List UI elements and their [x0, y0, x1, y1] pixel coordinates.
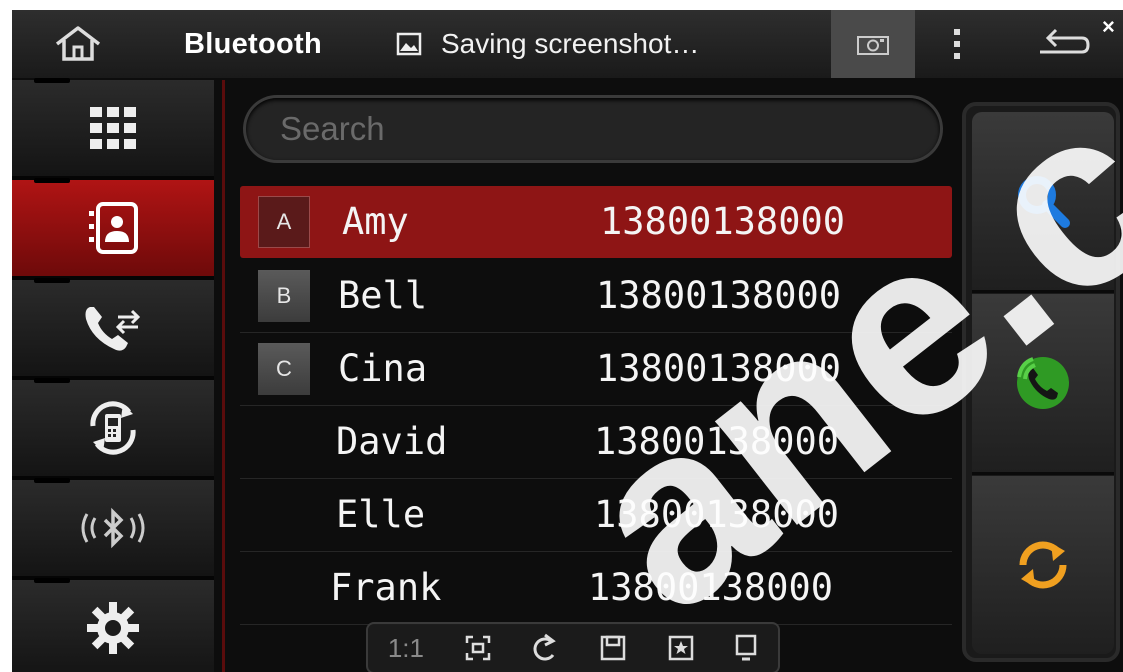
device-button[interactable]	[734, 633, 758, 663]
contact-name: Bell	[338, 274, 428, 317]
back-icon	[1040, 28, 1090, 54]
settings-gear-icon	[87, 602, 139, 654]
save-icon	[600, 635, 626, 661]
contact-number: 13800138000	[588, 566, 834, 609]
camera-icon	[857, 36, 889, 55]
sync-contacts-button[interactable]	[972, 476, 1114, 654]
sidebar-item-dialpad[interactable]	[12, 78, 214, 180]
crop-icon	[465, 635, 490, 661]
favorite-button[interactable]	[667, 634, 695, 662]
screenshot-toolbar: 1:1	[366, 622, 780, 672]
overflow-menu-button[interactable]	[942, 24, 972, 64]
contact-number: 13800138000	[600, 200, 846, 243]
contact-name: Cina	[338, 347, 428, 390]
phone-sync-icon	[90, 401, 136, 455]
overflow-menu-icon	[954, 29, 960, 59]
head-unit-screen: Bluetooth Saving screenshot… × Search A …	[12, 10, 1123, 672]
rotate-button[interactable]	[531, 633, 559, 663]
sync-icon	[1019, 541, 1067, 589]
contact-row-elle[interactable]: Elle 13800138000	[240, 479, 952, 552]
search-input[interactable]	[278, 109, 902, 149]
notification-text: Saving screenshot…	[441, 28, 700, 59]
contact-name: Frank	[330, 566, 442, 609]
contact-number: 13800138000	[594, 420, 840, 463]
device-icon	[735, 634, 757, 661]
status-bar: Bluetooth Saving screenshot… ×	[12, 10, 1123, 78]
contact-row-frank[interactable]: Frank 13800138000	[240, 552, 952, 625]
search-box[interactable]	[246, 98, 940, 160]
index-letter-badge: B	[258, 270, 310, 322]
search-contact-button[interactable]	[972, 112, 1114, 293]
dialpad-icon	[90, 107, 136, 149]
app-title: Bluetooth	[184, 27, 323, 60]
sidebar-divider	[222, 80, 225, 672]
sidebar-item-settings[interactable]	[12, 578, 214, 672]
sidebar-item-call-log[interactable]	[12, 278, 214, 380]
contact-row-cina[interactable]: C Cina 13800138000	[240, 333, 952, 406]
search-icon	[1018, 176, 1070, 228]
contact-name: Amy	[342, 200, 409, 243]
aspect-ratio-button[interactable]: 1:1	[388, 633, 424, 664]
contact-number: 13800138000	[594, 493, 840, 536]
contact-row-amy[interactable]: A Amy 13800138000	[240, 186, 952, 258]
action-panel	[962, 102, 1120, 662]
sidebar-item-bluetooth[interactable]	[12, 478, 214, 580]
call-icon	[1017, 357, 1069, 409]
index-letter-badge: A	[258, 196, 310, 248]
screenshot-button[interactable]	[831, 10, 915, 78]
contact-name: David	[336, 420, 448, 463]
save-button[interactable]	[599, 634, 627, 662]
contacts-icon	[89, 202, 138, 254]
bluetooth-icon	[81, 507, 145, 549]
sidebar-item-contacts[interactable]	[12, 178, 214, 280]
sidebar-item-phone-sync[interactable]	[12, 378, 214, 480]
sidebar	[12, 78, 214, 672]
contact-row-bell[interactable]: B Bell 13800138000	[240, 260, 952, 333]
contact-row-david[interactable]: David 13800138000	[240, 406, 952, 479]
crop-button[interactable]	[464, 634, 492, 662]
call-log-icon	[85, 307, 141, 351]
call-button[interactable]	[972, 294, 1114, 475]
home-button[interactable]	[50, 24, 106, 64]
back-button[interactable]	[1034, 24, 1094, 64]
contact-name: Elle	[336, 493, 426, 536]
rotate-icon	[533, 633, 557, 661]
contact-list: A Amy 13800138000 B Bell 13800138000 C C…	[240, 186, 952, 672]
home-icon	[55, 26, 101, 61]
favorite-icon	[668, 635, 693, 661]
contact-number: 13800138000	[596, 274, 842, 317]
close-button[interactable]: ×	[1102, 14, 1115, 40]
index-letter-badge: C	[258, 343, 310, 395]
contact-number: 13800138000	[596, 347, 842, 390]
image-icon	[396, 32, 422, 56]
